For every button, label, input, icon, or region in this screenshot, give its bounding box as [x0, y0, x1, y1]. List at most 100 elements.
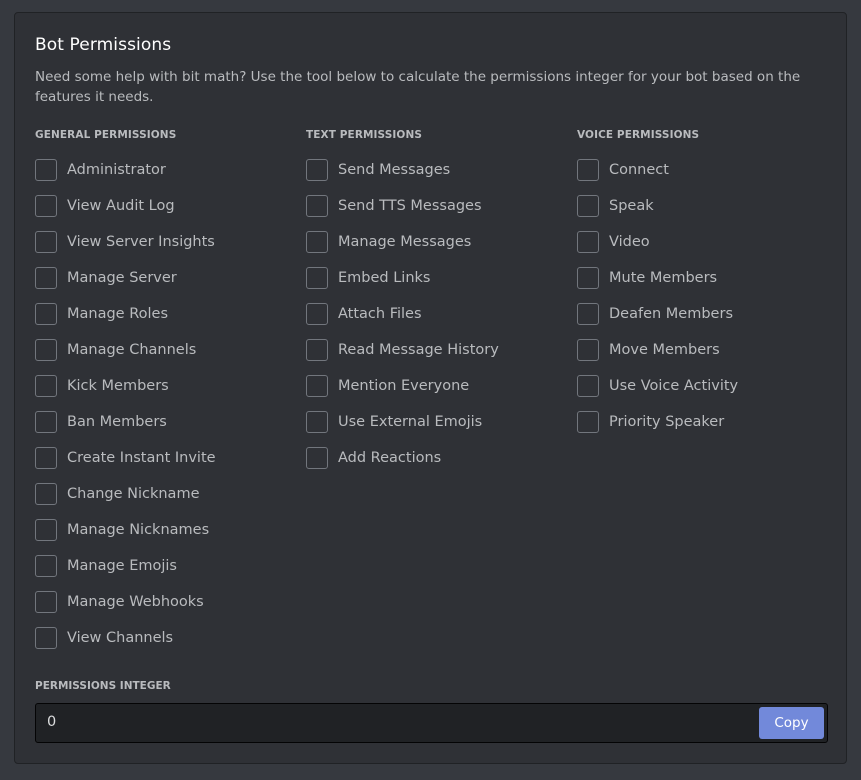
permission-label: View Channels	[67, 630, 174, 646]
permission-item[interactable]: Use Voice Activity	[577, 371, 738, 407]
permission-checkbox[interactable]	[577, 159, 599, 181]
permission-label: Ban Members	[67, 414, 167, 430]
permission-checkbox[interactable]	[306, 303, 328, 325]
permission-label: Change Nickname	[67, 486, 200, 502]
permission-checkbox[interactable]	[35, 591, 57, 613]
permission-label: Mute Members	[609, 270, 718, 286]
permission-label: Manage Emojis	[67, 558, 177, 574]
permission-item[interactable]: Manage Webhooks	[35, 587, 216, 623]
permissions-integer-label: PERMISSIONS INTEGER	[35, 680, 171, 692]
permission-checkbox[interactable]	[306, 231, 328, 253]
permission-label: Manage Channels	[67, 342, 197, 358]
permission-item[interactable]: Connect	[577, 155, 738, 191]
permission-checkbox[interactable]	[306, 339, 328, 361]
permission-checkbox[interactable]	[35, 231, 57, 253]
permission-item[interactable]: Manage Channels	[35, 335, 216, 371]
permission-checkbox[interactable]	[35, 483, 57, 505]
permission-checkbox[interactable]	[306, 447, 328, 469]
permission-item[interactable]: Mute Members	[577, 263, 738, 299]
permission-item[interactable]: Deafen Members	[577, 299, 738, 335]
permission-checkbox[interactable]	[306, 375, 328, 397]
permission-item[interactable]: Send Messages	[306, 155, 499, 191]
permission-label: Administrator	[67, 162, 166, 178]
permission-label: Mention Everyone	[338, 378, 470, 394]
text-permissions-header: TEXT PERMISSIONS	[306, 129, 422, 141]
permission-checkbox[interactable]	[35, 195, 57, 217]
permission-item[interactable]: Change Nickname	[35, 479, 216, 515]
text-permissions-column: TEXT PERMISSIONS Send Messages Send TTS M…	[306, 127, 499, 479]
permission-item[interactable]: Manage Nicknames	[35, 515, 216, 551]
permission-checkbox[interactable]	[577, 267, 599, 289]
permission-checkbox[interactable]	[35, 267, 57, 289]
permission-item[interactable]: Manage Roles	[35, 299, 216, 335]
permission-label: Manage Messages	[338, 234, 472, 250]
permission-item[interactable]: Send TTS Messages	[306, 191, 499, 227]
permission-label: Kick Members	[67, 378, 169, 394]
permission-item[interactable]: Video	[577, 227, 738, 263]
permission-label: Add Reactions	[338, 450, 442, 466]
permission-checkbox[interactable]	[306, 267, 328, 289]
permission-checkbox[interactable]	[35, 303, 57, 325]
permission-label: View Server Insights	[67, 234, 215, 250]
permission-checkbox[interactable]	[35, 159, 57, 181]
copy-button[interactable]: Copy	[759, 707, 824, 739]
permission-item[interactable]: Speak	[577, 191, 738, 227]
permission-item[interactable]: Use External Emojis	[306, 407, 499, 443]
bot-permissions-panel: Bot Permissions Need some help with bit …	[14, 12, 847, 764]
permission-label: Use External Emojis	[338, 414, 483, 430]
permission-checkbox[interactable]	[577, 231, 599, 253]
permission-checkbox[interactable]	[306, 411, 328, 433]
permission-label: Priority Speaker	[609, 414, 725, 430]
permission-label: Read Message History	[338, 342, 499, 358]
permission-item[interactable]: Kick Members	[35, 371, 216, 407]
permission-item[interactable]: Mention Everyone	[306, 371, 499, 407]
permission-label: Send Messages	[338, 162, 451, 178]
permission-label: Embed Links	[338, 270, 431, 286]
permission-label: Connect	[609, 162, 669, 178]
voice-permissions-header: VOICE PERMISSIONS	[577, 129, 700, 141]
permission-item[interactable]: Add Reactions	[306, 443, 499, 479]
permission-label: Speak	[609, 198, 654, 214]
permission-checkbox[interactable]	[35, 627, 57, 649]
permission-item[interactable]: Attach Files	[306, 299, 499, 335]
permission-item[interactable]: Create Instant Invite	[35, 443, 216, 479]
permission-checkbox[interactable]	[306, 159, 328, 181]
permission-checkbox[interactable]	[306, 195, 328, 217]
permission-item[interactable]: Ban Members	[35, 407, 216, 443]
permission-item[interactable]: Manage Emojis	[35, 551, 216, 587]
permission-item[interactable]: Administrator	[35, 155, 216, 191]
permission-item[interactable]: Manage Server	[35, 263, 216, 299]
permission-checkbox[interactable]	[577, 375, 599, 397]
permission-label: View Audit Log	[67, 198, 175, 214]
permission-checkbox[interactable]	[577, 195, 599, 217]
permission-item[interactable]: View Audit Log	[35, 191, 216, 227]
permission-label: Send TTS Messages	[338, 198, 482, 214]
permissions-integer-field[interactable]: 0 Copy	[35, 703, 828, 743]
permission-checkbox[interactable]	[35, 519, 57, 541]
permissions-integer-value[interactable]: 0	[47, 714, 56, 730]
permission-label: Create Instant Invite	[67, 450, 216, 466]
permission-label: Move Members	[609, 342, 720, 358]
permission-checkbox[interactable]	[35, 375, 57, 397]
permission-checkbox[interactable]	[577, 303, 599, 325]
permission-item[interactable]: Move Members	[577, 335, 738, 371]
permission-label: Manage Webhooks	[67, 594, 204, 610]
permission-checkbox[interactable]	[35, 411, 57, 433]
general-permissions-header: GENERAL PERMISSIONS	[35, 129, 177, 141]
panel-description: Need some help with bit math? Use the to…	[35, 69, 801, 105]
permission-label: Manage Server	[67, 270, 177, 286]
permission-checkbox[interactable]	[577, 339, 599, 361]
permission-item[interactable]: Read Message History	[306, 335, 499, 371]
permission-item[interactable]: Priority Speaker	[577, 407, 738, 443]
permission-checkbox[interactable]	[35, 447, 57, 469]
permission-item[interactable]: Embed Links	[306, 263, 499, 299]
permission-checkbox[interactable]	[35, 339, 57, 361]
permission-item[interactable]: View Server Insights	[35, 227, 216, 263]
permission-label: Use Voice Activity	[609, 378, 739, 394]
permission-checkbox[interactable]	[35, 555, 57, 577]
permission-item[interactable]: Manage Messages	[306, 227, 499, 263]
permission-item[interactable]: View Channels	[35, 623, 216, 659]
permission-label: Attach Files	[338, 306, 422, 322]
permission-checkbox[interactable]	[577, 411, 599, 433]
permission-label: Manage Roles	[67, 306, 169, 322]
